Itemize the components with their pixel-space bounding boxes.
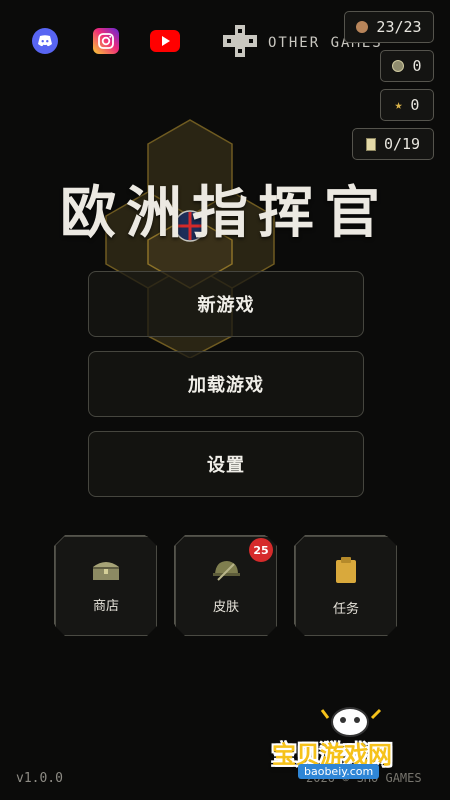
skins-label: 皮肤 <box>212 599 239 615</box>
tasks-value: 0/19 <box>383 135 421 153</box>
medals-counter: 0 <box>380 50 434 82</box>
stars-counter: ★ 0 <box>380 89 434 121</box>
document-icon <box>365 137 376 151</box>
game-title: 欧洲指挥官 <box>60 181 390 246</box>
discord-icon[interactable] <box>32 28 58 54</box>
watermark-url: baobeiy.com <box>298 764 380 779</box>
shop-tile[interactable]: 商店 <box>55 536 157 636</box>
coin-icon <box>356 21 369 33</box>
shop-label: 商店 <box>92 598 119 614</box>
version-label: v1.0.0 <box>16 771 63 786</box>
gamepad-icon <box>222 24 258 62</box>
star-icon: ★ <box>394 97 403 113</box>
settings-button[interactable]: 设置 <box>88 431 364 497</box>
skins-notification-badge: 25 <box>249 538 273 562</box>
new-game-button[interactable]: 新游戏 <box>88 271 364 337</box>
chest-icon <box>91 559 121 585</box>
helmet-icon <box>212 558 240 586</box>
coins-counter: 23/23 <box>344 11 434 43</box>
medals-value: 0 <box>412 57 422 75</box>
youtube-icon[interactable] <box>150 30 180 52</box>
stars-value: 0 <box>410 96 420 114</box>
clipboard-icon <box>334 556 358 588</box>
medal-icon <box>392 60 405 72</box>
load-game-button[interactable]: 加载游戏 <box>88 351 364 417</box>
instagram-icon[interactable] <box>93 28 119 54</box>
tasks-counter: 0/19 <box>352 128 434 160</box>
tasks-label: 任务 <box>332 601 359 617</box>
coins-value: 23/23 <box>376 18 422 36</box>
tasks-tile[interactable]: 任务 <box>295 536 397 636</box>
